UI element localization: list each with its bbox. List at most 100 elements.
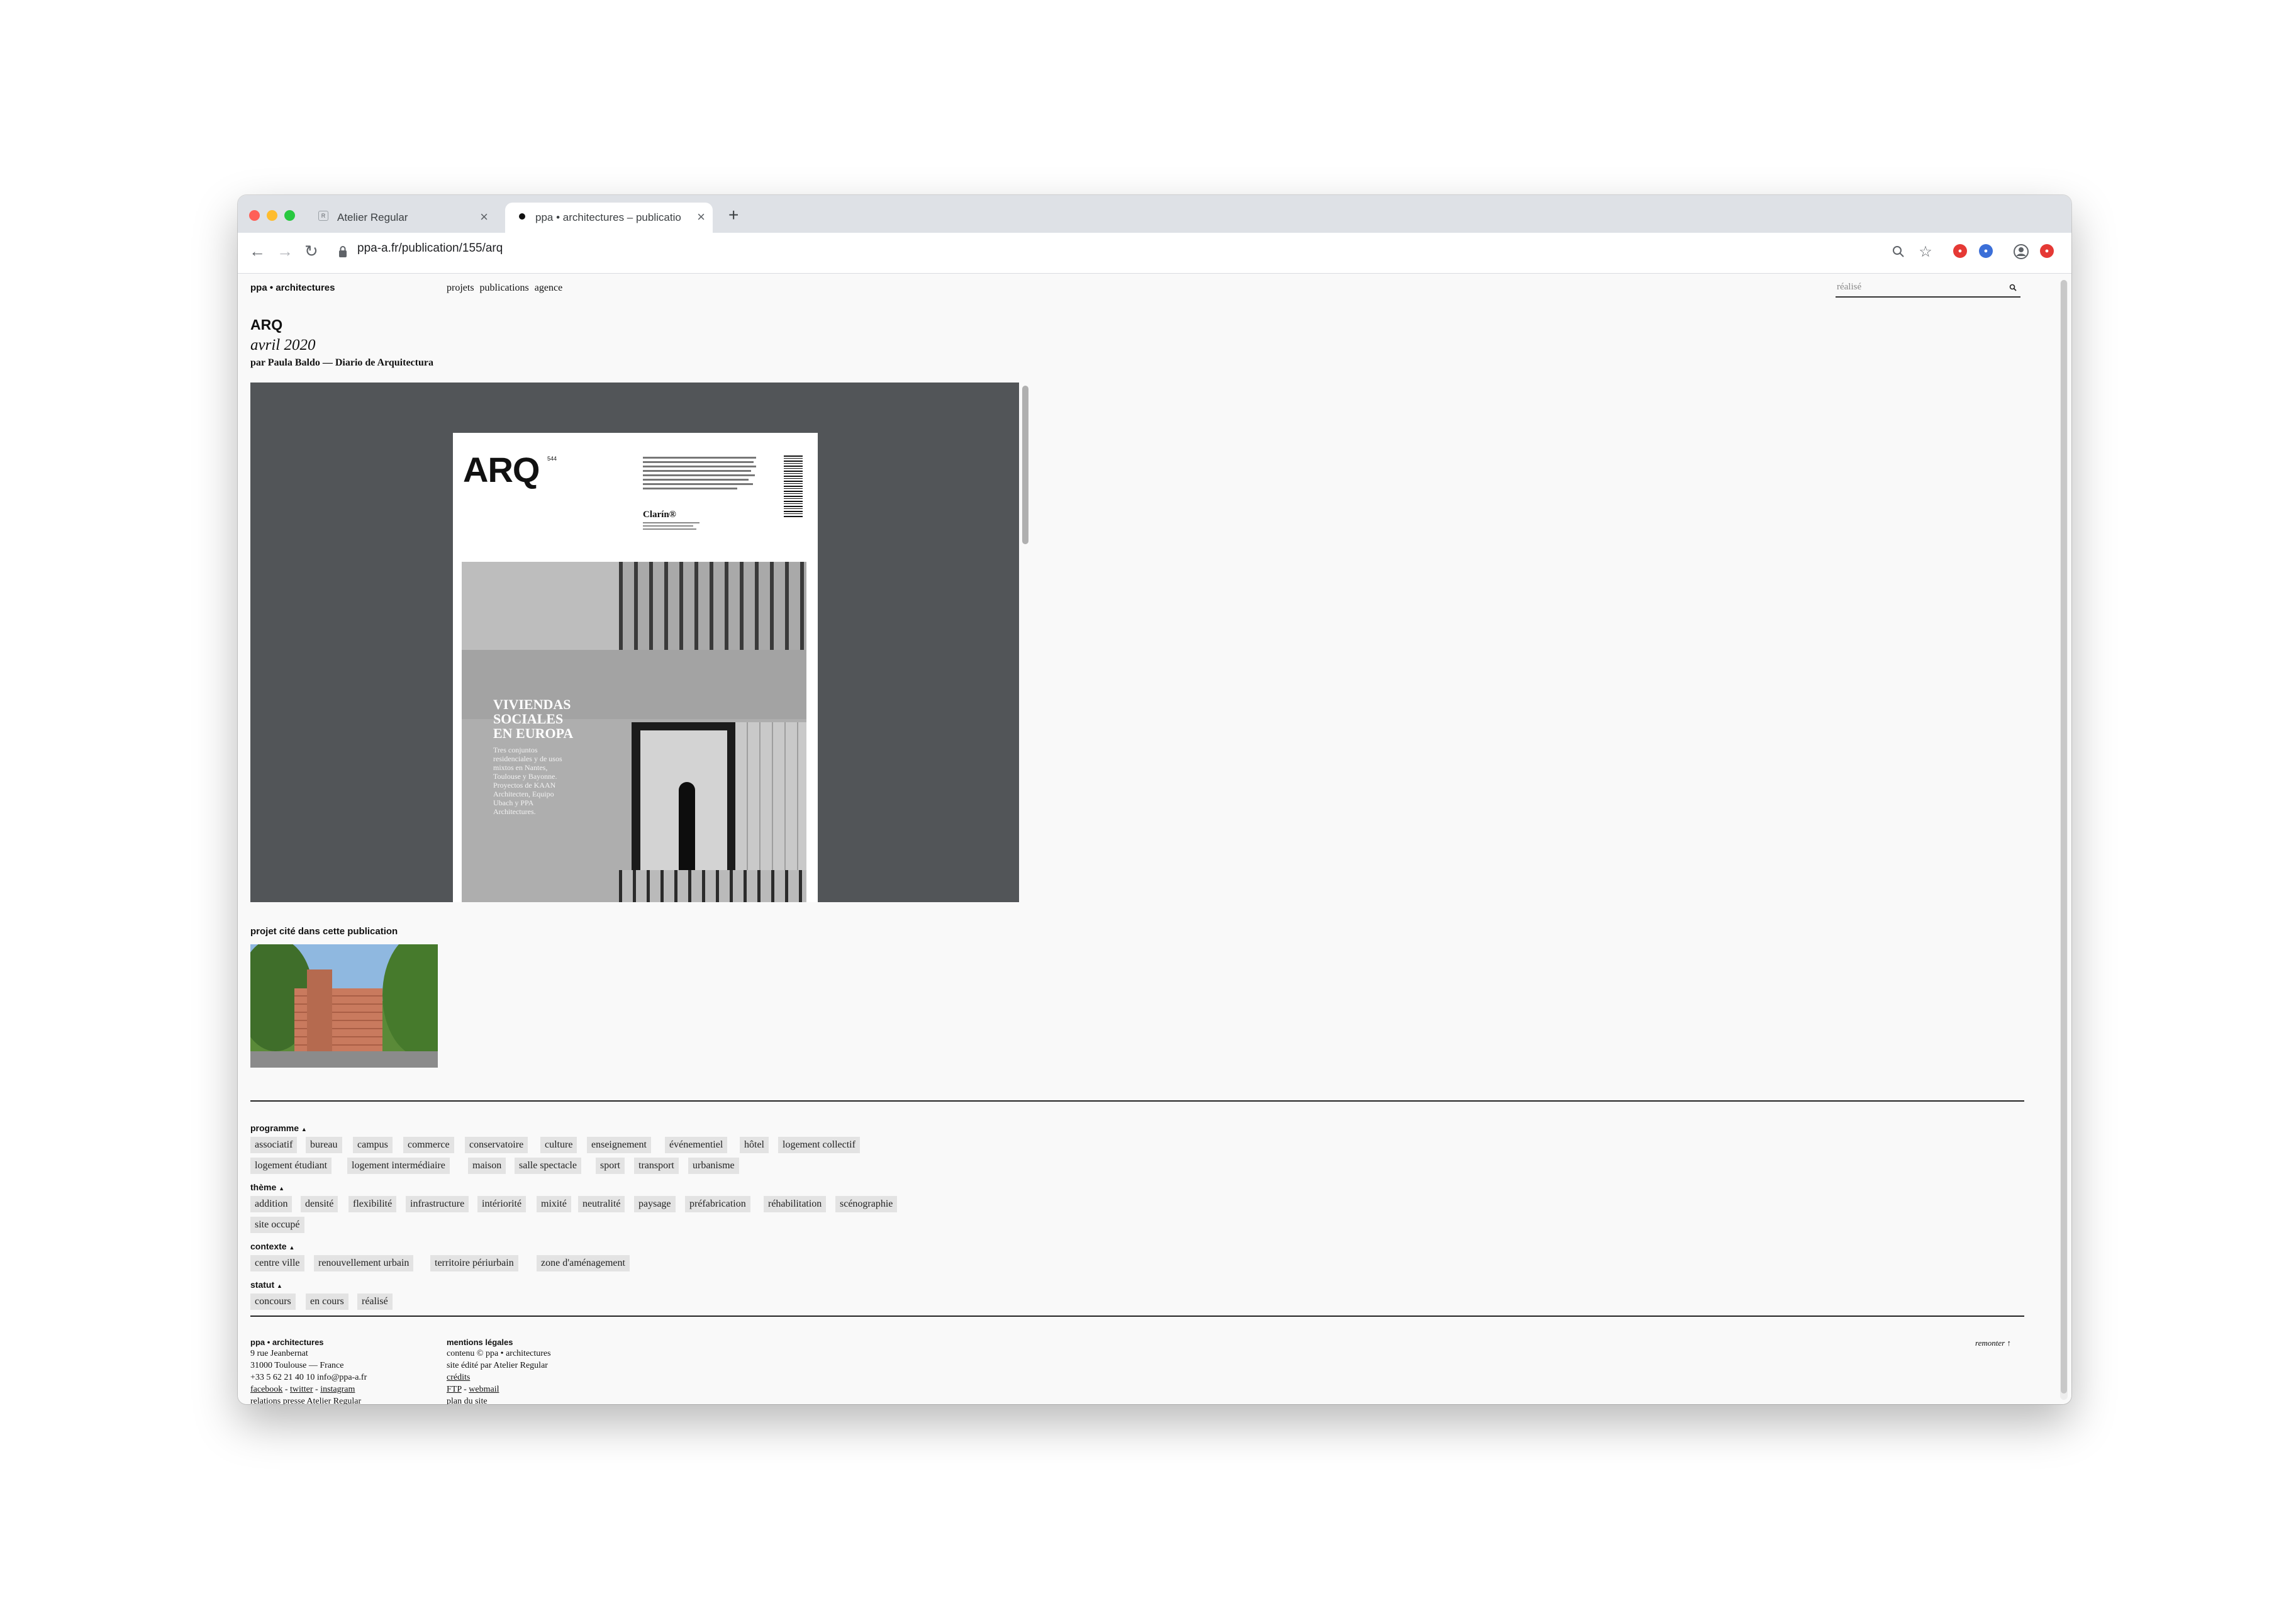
triangle-up-icon: ▲ bbox=[289, 1244, 295, 1251]
search-field[interactable]: réalisé bbox=[1836, 281, 2020, 298]
tag-bureau[interactable]: bureau bbox=[306, 1137, 342, 1153]
tag-concours[interactable]: concours bbox=[250, 1293, 296, 1310]
close-tab-icon[interactable]: × bbox=[480, 209, 488, 225]
facebook-link[interactable]: facebook bbox=[250, 1385, 282, 1394]
lock-icon[interactable] bbox=[338, 245, 347, 258]
page-content: ppa • architectures projets publications… bbox=[238, 274, 2071, 1404]
cover-photo: VIVIENDAS SOCIALES EN EUROPA Tres conjun… bbox=[462, 562, 806, 902]
footer-address-line: 31000 Toulouse — France bbox=[250, 1361, 344, 1370]
tag-conservatoire[interactable]: conservatoire bbox=[465, 1137, 528, 1153]
footer-logo[interactable]: ppa • architectures bbox=[250, 1338, 324, 1347]
cover-viewer[interactable]: ARQ 544 Clarín® VIVIENDAS SOCIALES EN EU… bbox=[250, 383, 1019, 902]
tag-logement-etudiant[interactable]: logement étudiant bbox=[250, 1158, 332, 1174]
search-icon[interactable] bbox=[2009, 283, 2017, 294]
filter-statut-label[interactable]: statut ▲ bbox=[250, 1280, 282, 1290]
footer-contact[interactable]: +33 5 62 21 40 10 info@ppa-a.fr bbox=[250, 1373, 367, 1383]
footer-tools-links: FTP - webmail bbox=[447, 1385, 499, 1394]
footer-editor: site édité par Atelier Regular bbox=[447, 1361, 548, 1370]
footer-address-line: 9 rue Jeanbernat bbox=[250, 1349, 308, 1358]
atelier-regular-favicon-icon: R bbox=[318, 211, 328, 221]
search-input[interactable]: réalisé bbox=[1837, 282, 1861, 293]
viewer-scrollbar-thumb[interactable] bbox=[1022, 386, 1028, 544]
tag-paysage[interactable]: paysage bbox=[634, 1196, 676, 1212]
footer-copyright: contenu © ppa • architectures bbox=[447, 1349, 551, 1358]
footer-legal-title[interactable]: mentions légales bbox=[447, 1338, 513, 1347]
tag-densite[interactable]: densité bbox=[301, 1196, 338, 1212]
tag-en-cours[interactable]: en cours bbox=[306, 1293, 348, 1310]
filter-theme-label[interactable]: thème ▲ bbox=[250, 1182, 284, 1192]
new-tab-button[interactable]: + bbox=[728, 205, 738, 225]
webmail-link[interactable]: webmail bbox=[469, 1385, 499, 1394]
bookmark-star-icon[interactable]: ☆ bbox=[1918, 243, 1933, 260]
divider bbox=[250, 1316, 2024, 1317]
tag-interiorite[interactable]: intériorité bbox=[477, 1196, 527, 1212]
forward-arrow-icon[interactable]: → bbox=[277, 242, 293, 261]
site-logo[interactable]: ppa • architectures bbox=[250, 282, 335, 293]
cover-blurb bbox=[643, 457, 756, 492]
twitter-link[interactable]: twitter bbox=[290, 1385, 313, 1394]
divider bbox=[250, 1100, 2024, 1102]
tag-transport[interactable]: transport bbox=[634, 1158, 679, 1174]
tag-commerce[interactable]: commerce bbox=[403, 1137, 454, 1153]
tag-addition[interactable]: addition bbox=[250, 1196, 293, 1212]
tag-logement-collectif[interactable]: logement collectif bbox=[778, 1137, 860, 1153]
tag-logement-intermediaire[interactable]: logement intermédiaire bbox=[347, 1158, 450, 1174]
triangle-up-icon: ▲ bbox=[301, 1126, 307, 1132]
filter-programme-label[interactable]: programme ▲ bbox=[250, 1123, 307, 1133]
tag-enseignement[interactable]: enseignement bbox=[587, 1137, 651, 1153]
page-scrollbar-thumb[interactable] bbox=[2061, 280, 2067, 1394]
nav-projets[interactable]: projets bbox=[447, 282, 474, 293]
minimize-window-button[interactable] bbox=[267, 210, 277, 221]
barcode bbox=[784, 455, 803, 518]
tag-rehabilitation[interactable]: réhabilitation bbox=[764, 1196, 827, 1212]
tag-maison[interactable]: maison bbox=[468, 1158, 506, 1174]
tag-scenographie[interactable]: scénographie bbox=[835, 1196, 898, 1212]
tag-culture[interactable]: culture bbox=[540, 1137, 577, 1153]
nav-publications[interactable]: publications bbox=[480, 282, 529, 293]
tag-associatif[interactable]: associatif bbox=[250, 1137, 298, 1153]
back-arrow-icon[interactable]: ← bbox=[249, 242, 265, 261]
tag-neutralite[interactable]: neutralité bbox=[578, 1196, 625, 1212]
cover-logo: ARQ bbox=[463, 450, 540, 489]
tag-sport[interactable]: sport bbox=[596, 1158, 625, 1174]
tag-salle-spectacle[interactable]: salle spectacle bbox=[515, 1158, 581, 1174]
back-to-top-button[interactable]: remonter ↑ bbox=[1975, 1338, 2011, 1348]
tab-title: ppa • architectures – publicatio bbox=[535, 211, 681, 223]
tag-prefabrication[interactable]: préfabrication bbox=[685, 1196, 750, 1212]
adblock-extension-icon[interactable]: ● bbox=[1953, 244, 1967, 258]
footer-press-link[interactable]: relations presse Atelier Regular bbox=[250, 1397, 361, 1404]
close-tab-icon[interactable]: × bbox=[697, 209, 705, 225]
footer-credits-link[interactable]: crédits bbox=[447, 1373, 470, 1383]
tag-infrastructure[interactable]: infrastructure bbox=[406, 1196, 469, 1212]
tag-urbanisme[interactable]: urbanisme bbox=[688, 1158, 739, 1174]
tag-territoire-periurbain[interactable]: territoire périurbain bbox=[430, 1255, 518, 1271]
extension-blue-icon[interactable]: ● bbox=[1979, 244, 1993, 258]
tag-evenementiel[interactable]: événementiel bbox=[665, 1137, 728, 1153]
close-window-button[interactable] bbox=[249, 210, 260, 221]
nav-agence[interactable]: agence bbox=[535, 282, 562, 293]
zoom-magnifier-icon[interactable] bbox=[1891, 244, 1906, 259]
opera-extension-icon[interactable]: ● bbox=[2040, 244, 2054, 258]
tag-centre-ville[interactable]: centre ville bbox=[250, 1255, 304, 1271]
filter-contexte-label[interactable]: contexte ▲ bbox=[250, 1241, 294, 1251]
tag-site-occupe[interactable]: site occupé bbox=[250, 1217, 304, 1233]
footer-social-links: facebook - twitter - instagram bbox=[250, 1385, 355, 1394]
related-project-thumbnail[interactable] bbox=[250, 944, 438, 1068]
tag-realise[interactable]: réalisé bbox=[357, 1293, 393, 1310]
tab-atelier-regular[interactable]: R Atelier Regular × bbox=[307, 203, 496, 233]
tab-ppa-architectures[interactable]: ppa • architectures – publicatio × bbox=[505, 203, 713, 233]
ftp-link[interactable]: FTP bbox=[447, 1385, 462, 1394]
tag-campus[interactable]: campus bbox=[353, 1137, 393, 1153]
tag-zone-amenagement[interactable]: zone d'aménagement bbox=[537, 1255, 630, 1271]
address-bar[interactable]: ppa-a.fr/publication/155/arq bbox=[357, 242, 503, 255]
reload-icon[interactable]: ↻ bbox=[304, 242, 318, 261]
tag-hotel[interactable]: hôtel bbox=[740, 1137, 769, 1153]
cover-headline: VIVIENDAS SOCIALES EN EUROPA bbox=[493, 696, 574, 741]
instagram-link[interactable]: instagram bbox=[320, 1385, 355, 1394]
zoom-window-button[interactable] bbox=[284, 210, 295, 221]
footer-sitemap-link[interactable]: plan du site bbox=[447, 1397, 488, 1404]
tag-flexibilite[interactable]: flexibilité bbox=[348, 1196, 397, 1212]
profile-avatar-icon[interactable] bbox=[2014, 244, 2029, 259]
tag-mixite[interactable]: mixité bbox=[537, 1196, 571, 1212]
tag-renouvellement-urbain[interactable]: renouvellement urbain bbox=[314, 1255, 414, 1271]
